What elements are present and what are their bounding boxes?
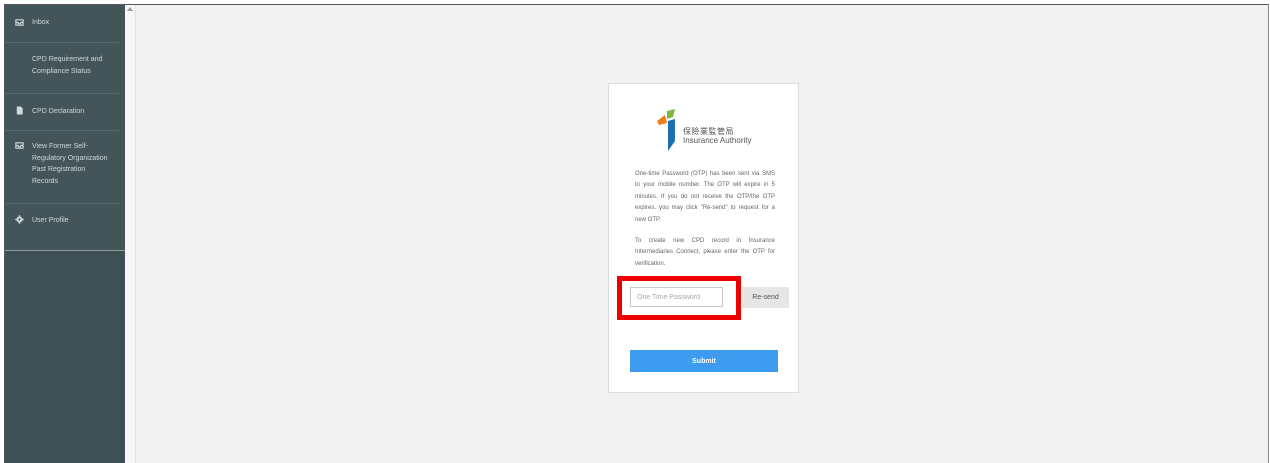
sidebar-item-former-sro-records[interactable]: View Former Self-Regulatory Organization…: [5, 131, 119, 204]
scroll-up-arrow-icon[interactable]: [127, 7, 133, 11]
submit-button[interactable]: Submit: [630, 350, 778, 372]
otp-input[interactable]: [630, 287, 723, 307]
sidebar-item-inbox[interactable]: Inbox: [5, 5, 119, 43]
app-window: Inbox CPD Requirement and Compliance Sta…: [4, 4, 1269, 463]
sidebar-item-label: CPD Declaration: [32, 108, 85, 115]
otp-sent-message: One-time Password (OTP) has been sent vi…: [635, 171, 775, 223]
sidebar: Inbox CPD Requirement and Compliance Sta…: [5, 5, 125, 463]
sidebar-menu: Inbox CPD Requirement and Compliance Sta…: [5, 5, 125, 251]
scrollbar[interactable]: [125, 5, 136, 463]
sidebar-item-label: CPD Requirement and Compliance Status: [32, 56, 103, 75]
sidebar-item-label: Inbox: [32, 19, 50, 26]
otp-card: 保險業監管局 Insurance Authority One-time Pass…: [608, 83, 799, 393]
insurance-authority-logo: 保險業監管局 Insurance Authority: [655, 109, 765, 153]
inbox-icon: [15, 142, 24, 149]
sidebar-item-cpd-requirement[interactable]: CPD Requirement and Compliance Status: [5, 43, 119, 94]
logo-english-name: Insurance Authority: [683, 136, 752, 145]
gear-icon: [15, 215, 24, 224]
sidebar-item-user-profile[interactable]: User Profile: [5, 204, 119, 244]
otp-instruction-message: To create new CPD record in Insurance In…: [635, 238, 775, 267]
sidebar-item-label: User Profile: [32, 217, 69, 224]
resend-button[interactable]: Re-send: [742, 287, 789, 308]
sidebar-item-label: View Former Self-Regulatory Organization…: [32, 143, 108, 185]
sidebar-item-cpd-declaration[interactable]: CPD Declaration: [5, 94, 119, 131]
inbox-icon: [15, 19, 24, 26]
document-icon: [16, 106, 23, 115]
ia-logo-mark-icon: [657, 109, 675, 151]
